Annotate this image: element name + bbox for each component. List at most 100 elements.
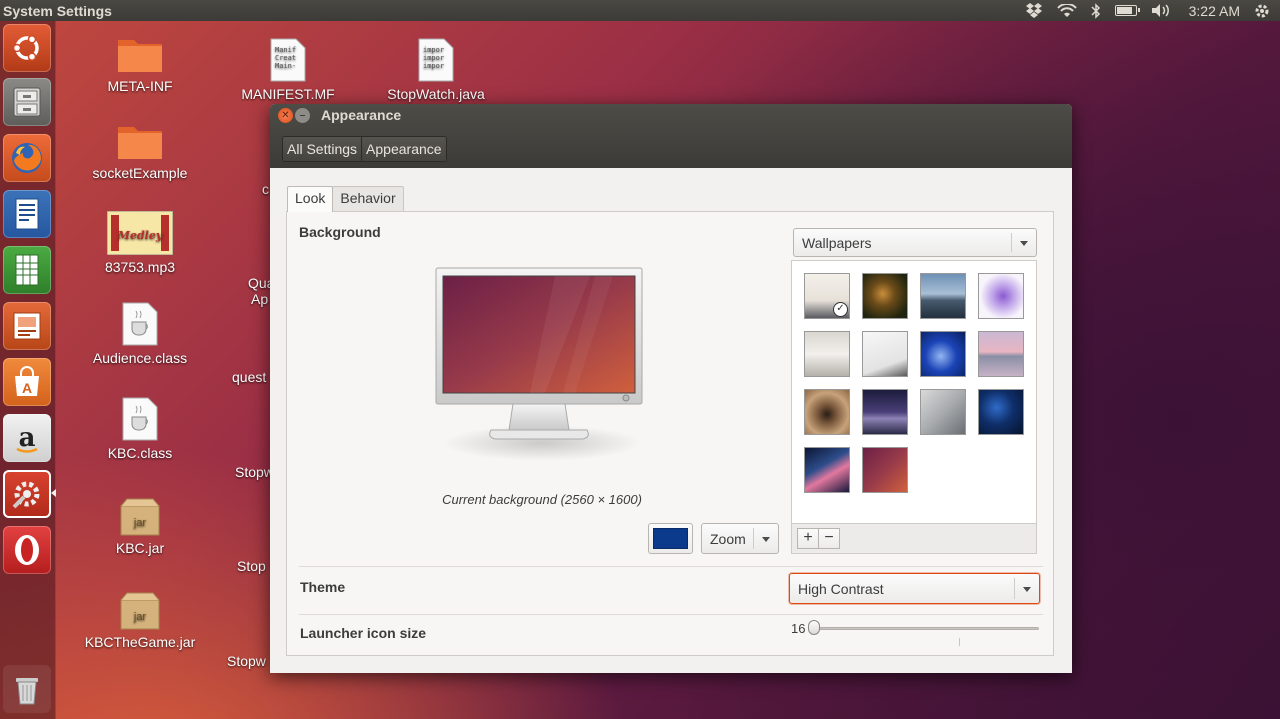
add-wallpaper-button[interactable]: + <box>797 528 819 549</box>
desktop-icon-label: socketExample <box>92 165 188 181</box>
svg-text:Medley: Medley <box>117 229 164 242</box>
wallpaper-thumb[interactable] <box>862 331 908 377</box>
theme-label: Theme <box>300 579 346 595</box>
tab-look[interactable]: Look <box>287 186 334 212</box>
desktop-partial-label[interactable]: quest <box>232 369 266 385</box>
java-class-file-icon <box>122 397 158 441</box>
calc-spreadsheet-icon <box>15 254 39 286</box>
wallpaper-gallery: ✓ <box>791 260 1037 524</box>
system-settings-launcher[interactable] <box>3 470 51 518</box>
ubuntu-dash-button[interactable] <box>3 24 51 72</box>
wallpaper-thumb[interactable] <box>804 331 850 377</box>
breadcrumb-all-settings[interactable]: All Settings <box>283 137 363 161</box>
launcher: A a <box>0 21 56 719</box>
desktop-icon-audience-class[interactable]: Audience.class <box>80 302 200 366</box>
desktop-partial-label[interactable]: Stop <box>237 558 266 574</box>
top-panel: System Settings 3:22 AM <box>0 0 1280 21</box>
desktop-partial-label[interactable]: Ap <box>251 291 268 307</box>
impress-presentation-icon <box>13 312 41 340</box>
slider-tick-mark <box>959 638 960 646</box>
desktop-icon-label: Audience.class <box>92 350 188 366</box>
wallpaper-thumb[interactable] <box>920 273 966 319</box>
section-divider <box>299 566 1043 567</box>
volume-icon[interactable] <box>1151 3 1171 18</box>
slider-handle[interactable] <box>808 620 820 635</box>
desktop-partial-label[interactable]: Stopw <box>235 464 274 480</box>
desktop-icon-meta-inf[interactable]: META-INF <box>80 34 200 94</box>
libreoffice-impress-launcher[interactable] <box>3 302 51 350</box>
desktop-icon-socketexample[interactable]: socketExample <box>80 121 200 181</box>
tab-behavior[interactable]: Behavior <box>332 186 404 211</box>
gear-icon[interactable] <box>1254 3 1270 19</box>
desktop-icon-kbc-jar[interactable]: jar KBC.jar <box>80 498 200 556</box>
wallpaper-thumb[interactable] <box>804 389 850 435</box>
breadcrumb-appearance[interactable]: Appearance <box>362 137 446 161</box>
svg-text:a: a <box>19 423 36 453</box>
java-class-file-icon <box>122 302 158 346</box>
writer-document-icon <box>15 198 39 230</box>
desktop-partial-label[interactable]: Stopw <box>227 653 266 669</box>
libreoffice-writer-launcher[interactable] <box>3 190 51 238</box>
desktop-icon-label: 83753.mp3 <box>104 259 176 275</box>
background-color-button[interactable] <box>648 523 693 554</box>
svg-text:Manif: Manif <box>275 46 296 54</box>
wallpaper-thumb[interactable] <box>862 389 908 435</box>
active-app-title: System Settings <box>3 2 112 19</box>
desktop-partial-label[interactable]: c <box>262 181 269 197</box>
bluetooth-icon[interactable] <box>1091 2 1101 19</box>
firefox-launcher[interactable] <box>3 134 51 182</box>
jar-package-icon: jar <box>120 592 160 630</box>
clock[interactable]: 3:22 AM <box>1189 3 1240 19</box>
dropbox-icon[interactable] <box>1025 3 1043 18</box>
text-file-icon: imporimporimpor <box>418 38 454 82</box>
software-center-launcher[interactable]: A <box>3 358 51 406</box>
text-file-icon: ManifCreatMain- <box>270 38 306 82</box>
file-cabinet-icon <box>13 87 41 117</box>
svg-text:jar: jar <box>133 517 147 529</box>
wallpaper-thumb[interactable] <box>920 389 966 435</box>
minimize-button[interactable]: – <box>295 108 310 123</box>
svg-text:impor: impor <box>423 54 444 62</box>
battery-icon[interactable] <box>1114 5 1140 16</box>
amazon-launcher[interactable]: a <box>3 414 51 462</box>
wallpaper-thumb[interactable] <box>804 447 850 493</box>
desktop-icon-manifest-mf[interactable]: Manif Creat Main- MANIFEST.MF <box>228 38 348 102</box>
files-launcher[interactable] <box>3 78 51 126</box>
window-titlebar[interactable]: ✕ – Appearance All Settings Appearance <box>270 104 1072 168</box>
wallpaper-thumb[interactable] <box>920 331 966 377</box>
wallpaper-thumb[interactable] <box>978 331 1024 377</box>
desktop-icon-83753-mp3[interactable]: Medley 83753.mp3 <box>80 211 200 275</box>
jar-package-icon: jar <box>120 498 160 536</box>
placement-select[interactable]: Zoom <box>701 523 779 554</box>
background-color-swatch <box>653 528 688 549</box>
ubuntu-logo-icon <box>12 35 39 61</box>
desktop-icon-stopwatch-java[interactable]: impor impor impor StopWatch.java <box>376 38 496 102</box>
svg-text:A: A <box>22 380 32 396</box>
wallpaper-thumb[interactable] <box>978 273 1024 319</box>
opera-launcher[interactable] <box>3 526 51 574</box>
libreoffice-calc-launcher[interactable] <box>3 246 51 294</box>
background-source-select[interactable]: Wallpapers <box>793 228 1037 257</box>
wallpaper-thumb[interactable] <box>862 273 908 319</box>
trash-launcher[interactable] <box>3 665 51 713</box>
settings-wrench-gear-icon <box>12 481 40 509</box>
desktop-icon-label: KBCTheGame.jar <box>84 634 196 650</box>
appearance-window: ✕ – Appearance All Settings Appearance L… <box>270 104 1072 673</box>
wallpaper-thumb[interactable]: ✓ <box>804 273 850 319</box>
desktop-icon-kbc-class[interactable]: KBC.class <box>80 397 200 461</box>
tab-bar: Look Behavior <box>287 186 404 212</box>
svg-text:Creat: Creat <box>275 54 296 62</box>
wallpaper-thumb[interactable] <box>978 389 1024 435</box>
desktop-icon-kbcthegame-jar[interactable]: jar KBCTheGame.jar <box>80 592 200 650</box>
svg-text:Main-: Main- <box>275 62 296 70</box>
launcher-icon-size-slider[interactable] <box>809 627 1039 630</box>
theme-value: High Contrast <box>798 580 884 597</box>
close-button[interactable]: ✕ <box>278 108 293 123</box>
theme-select[interactable]: High Contrast <box>789 573 1040 604</box>
chevron-down-icon <box>1020 240 1028 246</box>
section-divider <box>299 614 1043 615</box>
wallpaper-thumb[interactable] <box>862 447 908 493</box>
wifi-icon[interactable] <box>1056 3 1077 18</box>
audio-file-thumbnail-icon: Medley <box>107 211 173 255</box>
remove-wallpaper-button[interactable]: − <box>818 528 840 549</box>
